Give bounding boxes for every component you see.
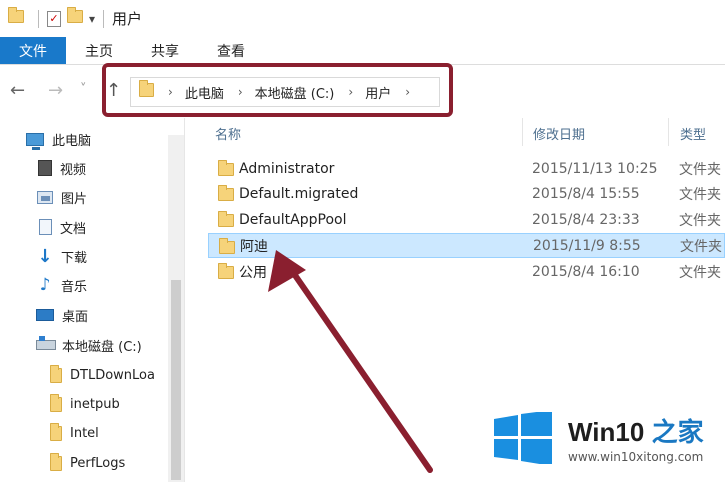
watermark: Win10 之家 www.win10xitong.com <box>480 400 725 482</box>
watermark-url: www.win10xitong.com <box>568 450 704 464</box>
watermark-brand-zh: 之家 <box>651 417 704 447</box>
watermark-brand: Win10 <box>568 417 645 447</box>
watermark-title: Win10 之家 <box>568 412 704 449</box>
explorer-window: ✓ ▾ 用户 文件 主页 共享 查看 ← → ˅ ↑ › 此电脑 › 本地磁盘 … <box>0 0 725 482</box>
windows-logo-icon <box>494 412 552 464</box>
